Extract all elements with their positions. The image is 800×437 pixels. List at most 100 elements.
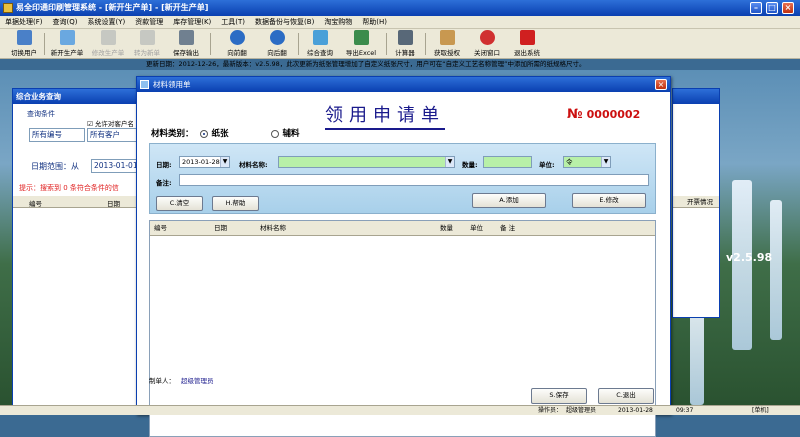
get-license-button[interactable]: 获取授权	[430, 30, 464, 58]
query-icon	[312, 30, 328, 45]
convert-order-icon	[139, 30, 155, 45]
switch-user-button[interactable]: 切换用户	[6, 30, 42, 58]
unit-select[interactable]: 令 ▼	[563, 156, 611, 168]
dialog-icon	[140, 80, 149, 89]
version-badge: v2.5.98	[726, 251, 773, 264]
maker-info: 制单人： 超级管理员	[149, 377, 214, 385]
material-requisition-dialog: 材料领用单 × 领用申请单 № 0000002 材料类别： 纸张 辅料 日期: 2…	[136, 76, 671, 437]
col-material-name: 材料名称	[260, 224, 286, 232]
exit-system-button[interactable]: 退出系统	[510, 30, 544, 58]
save-output-button[interactable]: 保存输出	[168, 30, 204, 58]
customer-filter-select[interactable]: 所有客户	[87, 128, 137, 142]
document-number: № 0000002	[567, 107, 641, 122]
dialog-title-bar: 材料领用单 ×	[137, 77, 670, 92]
chevron-down-icon[interactable]: ▼	[220, 157, 229, 167]
menu-bar: 单据处理(F) 查询(Q) 系统设置(Y) 资款管理 库存管理(K) 工具(T)…	[0, 16, 800, 29]
close-window-button[interactable]: 关闭窗口	[470, 30, 504, 58]
previous-button[interactable]: 向前翻	[222, 30, 252, 58]
main-title-bar: 易全印通印刷管理系统 - [新开生产单] - [新开生产单] – □ ×	[0, 0, 800, 16]
calculator-button[interactable]: 计算器	[390, 30, 420, 58]
close-button[interactable]: ×	[782, 2, 794, 14]
delivery-column-header: 开票情况	[673, 196, 719, 208]
menu-funds[interactable]: 资款管理	[130, 17, 168, 27]
col-note: 备 注	[500, 224, 516, 232]
material-name-label: 材料名称:	[239, 161, 268, 169]
back-arrow-icon	[229, 30, 245, 45]
window-title: 易全印通印刷管理系统 - [新开生产单] - [新开生产单]	[16, 3, 209, 12]
entry-form: 日期: 2013-01-28 ▼ 材料名称: ▼ 数量: 单位: 令 ▼ 备注: C…	[149, 143, 656, 214]
menu-settings[interactable]: 系统设置(Y)	[82, 17, 130, 27]
query-window-right: 开票情况	[672, 88, 720, 318]
col-date: 日期	[214, 224, 227, 232]
edit-order-button: 修改生产单	[88, 30, 128, 58]
convert-order-button: 转为新单	[129, 30, 165, 58]
help-button[interactable]: H.帮助	[212, 196, 259, 211]
operator-name: 超级管理员	[566, 407, 597, 414]
dialog-close-button[interactable]: ×	[655, 79, 667, 90]
note-field[interactable]	[179, 174, 649, 186]
export-excel-button[interactable]: 导出Excel	[341, 30, 381, 58]
waterfall-decoration	[732, 180, 752, 350]
menu-backup[interactable]: 数据备份与恢复(B)	[250, 17, 319, 27]
waterfall-decoration	[690, 310, 704, 405]
col-unit: 单位	[470, 224, 483, 232]
maximize-button[interactable]: □	[766, 2, 778, 14]
status-bar: 操作员： 超级管理员 2013-01-28 09:37 [单机]	[0, 405, 800, 415]
query-window: 综合业务查询 查询条件 ☑ 允许对客户名 所有编号 所有客户 日期范围：从 20…	[12, 88, 139, 406]
edit-order-icon	[100, 30, 116, 45]
save-button[interactable]: S.保存	[531, 388, 587, 404]
number-filter-select[interactable]: 所有编号	[29, 128, 85, 142]
chevron-down-icon[interactable]: ▼	[445, 157, 454, 167]
clear-button[interactable]: C.清空	[156, 196, 203, 211]
note-label: 备注:	[156, 179, 172, 187]
unit-label: 单位:	[539, 161, 555, 169]
col-number: 编号	[154, 224, 167, 232]
calculator-icon	[397, 30, 413, 45]
date-picker[interactable]: 2013-01-28 ▼	[179, 156, 230, 168]
edit-button[interactable]: E.修改	[572, 193, 646, 208]
date-label: 日期:	[156, 161, 172, 169]
query-table-header: 编号 日期	[13, 196, 136, 208]
allow-customer-checkbox[interactable]: ☑ 允许对客户名	[87, 118, 134, 128]
authorize-icon	[439, 30, 455, 45]
table-header: 编号 日期 材料名称 数量 单位 备 注	[150, 221, 655, 236]
combined-query-button[interactable]: 综合查询	[302, 30, 338, 58]
exit-button[interactable]: C.退出	[598, 388, 654, 404]
search-hint: 提示：搜索到 0 条符合条件的信	[19, 184, 119, 192]
close-window-icon	[479, 30, 495, 45]
quantity-label: 数量:	[462, 161, 478, 169]
menu-taobao[interactable]: 淘宝购物	[319, 17, 357, 27]
query-section-label: 查询条件	[27, 110, 55, 118]
status-mode: [单机]	[752, 407, 769, 414]
radio-selected-icon	[200, 129, 209, 138]
dialog-title: 材料领用单	[153, 80, 191, 89]
waterfall-decoration	[770, 200, 782, 340]
category-aux-radio[interactable]: 辅料	[271, 129, 299, 139]
forward-arrow-icon	[269, 30, 285, 45]
query-window-title: 综合业务查询	[13, 89, 136, 104]
material-name-select[interactable]: ▼	[278, 156, 455, 168]
add-button[interactable]: A.添加	[472, 193, 546, 208]
menu-documents[interactable]: 单据处理(F)	[0, 17, 48, 27]
status-date: 2013-01-28	[618, 407, 653, 414]
minimize-button[interactable]: –	[750, 2, 762, 14]
date-range-label: 日期范围：从	[31, 162, 79, 171]
chevron-down-icon[interactable]: ▼	[601, 157, 610, 167]
date-from-field[interactable]: 2013-01-01	[91, 159, 139, 173]
new-order-button[interactable]: 新开生产单	[47, 30, 87, 58]
menu-query[interactable]: 查询(Q)	[48, 17, 83, 27]
new-order-icon	[59, 30, 75, 45]
material-category: 材料类别： 纸张 辅料	[151, 129, 300, 139]
menu-tools[interactable]: 工具(T)	[216, 17, 250, 27]
category-paper-radio[interactable]: 纸张	[200, 129, 229, 139]
menu-inventory[interactable]: 库存管理(K)	[168, 17, 216, 27]
excel-icon	[353, 30, 369, 45]
next-button[interactable]: 向后翻	[262, 30, 292, 58]
printer-icon	[178, 30, 194, 45]
update-notice: 更新日期：2012-12-26，最新版本：v2.5.98，此次更新为纸张管理增加…	[0, 59, 800, 70]
form-heading: 领用申请单	[325, 101, 445, 130]
user-switch-icon	[16, 30, 32, 45]
quantity-field[interactable]	[483, 156, 532, 168]
menu-help[interactable]: 帮助(H)	[357, 17, 392, 27]
app-icon	[3, 3, 13, 13]
